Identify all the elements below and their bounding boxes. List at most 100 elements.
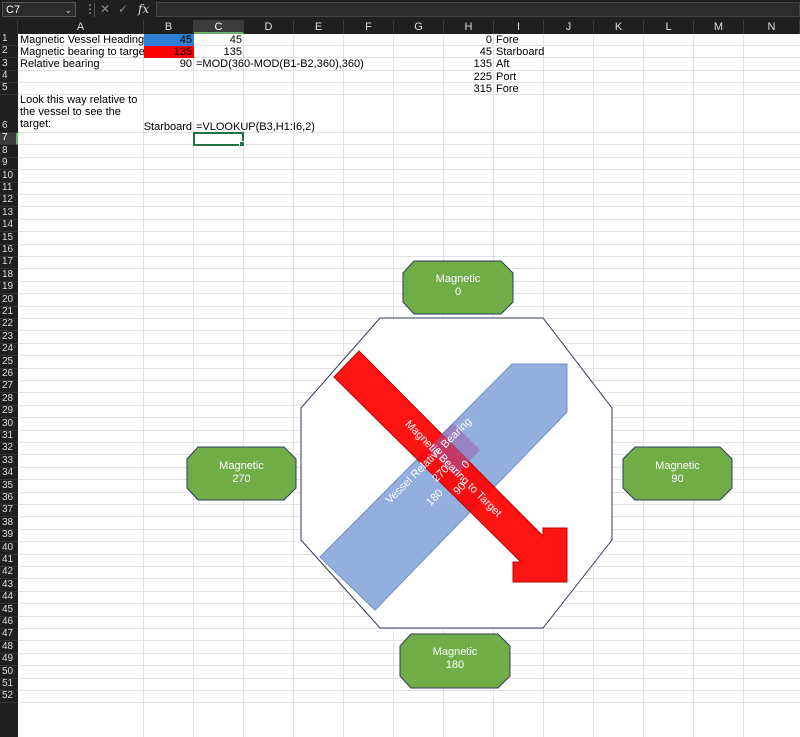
row-header-11[interactable]: 11 [0,182,18,195]
row-header-39[interactable]: 39 [0,529,18,543]
row-header-1[interactable]: 1 [0,33,18,47]
column-header-i[interactable]: I [494,20,544,34]
row-header-23[interactable]: 23 [0,331,18,344]
cell-c6[interactable]: =VLOOKUP(B3,H1:I6,2) [194,95,315,133]
cell-i4[interactable]: Port [494,71,544,83]
column-header-n[interactable]: N [744,20,800,34]
cell-c2[interactable]: 135 [194,46,244,58]
cell-b1[interactable]: 45 [144,34,194,47]
row-header-48[interactable]: 48 [0,641,18,654]
row-header-13[interactable]: 13 [0,207,18,220]
row-header-17[interactable]: 17 [0,256,18,270]
cell-a6[interactable]: Look this way relative to the vessel to s… [18,94,144,132]
column-header-g[interactable]: G [394,20,444,34]
column-header-l[interactable]: L [644,20,694,34]
row-header-3[interactable]: 3 [0,58,18,71]
row-header-14[interactable]: 14 [0,219,18,233]
column-header-k[interactable]: K [594,20,644,34]
cell-b3[interactable]: 90 [144,58,194,70]
row-header-29[interactable]: 29 [0,405,18,419]
row-header-24[interactable]: 24 [0,343,18,357]
column-header-m[interactable]: M [694,20,744,34]
row-header-33[interactable]: 33 [0,455,18,468]
row-header-46[interactable]: 46 [0,616,18,629]
row-header-30[interactable]: 30 [0,418,18,431]
cell-h3[interactable]: 135 [444,58,494,70]
row-header-31[interactable]: 31 [0,430,18,443]
column-header-a[interactable]: A [18,20,144,34]
row-header-32[interactable]: 32 [0,442,18,456]
row-header-52[interactable]: 52 [0,690,18,704]
cell-a2[interactable]: Magnetic bearing to target [18,46,148,58]
cell-a1[interactable]: Magnetic Vessel Heading [18,34,144,46]
row-header-49[interactable]: 49 [0,653,18,667]
cell-b6[interactable]: Starboard [144,95,194,133]
row-header-47[interactable]: 47 [0,628,18,642]
row-header-22[interactable]: 22 [0,318,18,332]
row-header-9[interactable]: 9 [0,157,18,171]
column-header-b[interactable]: B [144,20,194,34]
south-badge-shape[interactable] [399,633,511,689]
cell-h4[interactable]: 225 [444,71,494,83]
row-header-28[interactable]: 28 [0,393,18,406]
formula-input[interactable] [156,2,800,17]
row-header-41[interactable]: 41 [0,554,18,567]
west-badge-shape[interactable] [186,446,297,501]
select-all-corner[interactable] [0,20,18,34]
column-header-c[interactable]: C [194,20,244,34]
cancel-icon[interactable]: ✕ [100,2,110,17]
cell-i1[interactable]: Fore [494,34,544,46]
row-header-20[interactable]: 20 [0,294,18,307]
east-badge-shape[interactable] [622,446,733,501]
row-header-36[interactable]: 36 [0,492,18,505]
row-header-50[interactable]: 50 [0,666,18,679]
cell-i5[interactable]: Fore [494,83,544,95]
cell-h1[interactable]: 0 [444,34,494,46]
cell-c3[interactable]: =MOD(360-MOD(B1-B2,360),360) [194,58,364,70]
cell-b2[interactable]: 135 [144,46,194,59]
row-header-4[interactable]: 4 [0,70,18,83]
row-header-37[interactable]: 37 [0,504,18,518]
cell-i2[interactable]: Starboard [494,46,544,58]
row-header-38[interactable]: 38 [0,517,18,530]
row-header-34[interactable]: 34 [0,467,18,481]
row-header-27[interactable]: 27 [0,380,18,394]
row-header-2[interactable]: 2 [0,45,18,59]
check-icon[interactable]: ✓ [118,2,128,17]
row-header-40[interactable]: 40 [0,542,18,555]
row-header-18[interactable]: 18 [0,269,18,282]
cell-a3[interactable]: Relative bearing [18,58,144,70]
row-header-25[interactable]: 25 [0,356,18,369]
column-header-d[interactable]: D [244,20,294,34]
cell-h5[interactable]: 315 [444,83,494,95]
column-header-h[interactable]: H [444,20,494,34]
row-header-45[interactable]: 45 [0,604,18,617]
row-header-16[interactable]: 16 [0,244,18,257]
row-header-7[interactable]: 7 [0,132,18,146]
row-header-26[interactable]: 26 [0,368,18,381]
row-header-35[interactable]: 35 [0,480,18,493]
chevron-down-icon[interactable]: ⌄ [64,3,72,18]
column-header-f[interactable]: F [344,20,394,34]
column-header-j[interactable]: J [544,20,594,34]
column-header-e[interactable]: E [294,20,344,34]
row-header-5[interactable]: 5 [0,82,18,95]
cell-c1[interactable]: 45 [194,34,244,46]
active-cell-c7[interactable] [193,132,245,148]
row-header-6[interactable]: 6 [0,95,18,133]
cell-i3[interactable]: Aft [494,58,544,70]
insert-function-icon[interactable]: fx [138,1,149,17]
row-header-8[interactable]: 8 [0,145,18,158]
row-header-21[interactable]: 21 [0,306,18,319]
name-box[interactable]: C7 ⌄ [2,2,76,17]
row-header-12[interactable]: 12 [0,194,18,208]
row-header-44[interactable]: 44 [0,591,18,605]
fill-handle[interactable] [239,141,245,148]
cell-h2[interactable]: 45 [444,46,494,58]
row-header-10[interactable]: 10 [0,170,18,183]
row-header-19[interactable]: 19 [0,281,18,295]
row-header-43[interactable]: 43 [0,579,18,592]
row-header-15[interactable]: 15 [0,232,18,245]
row-header-42[interactable]: 42 [0,566,18,580]
north-badge-shape[interactable] [402,260,514,315]
